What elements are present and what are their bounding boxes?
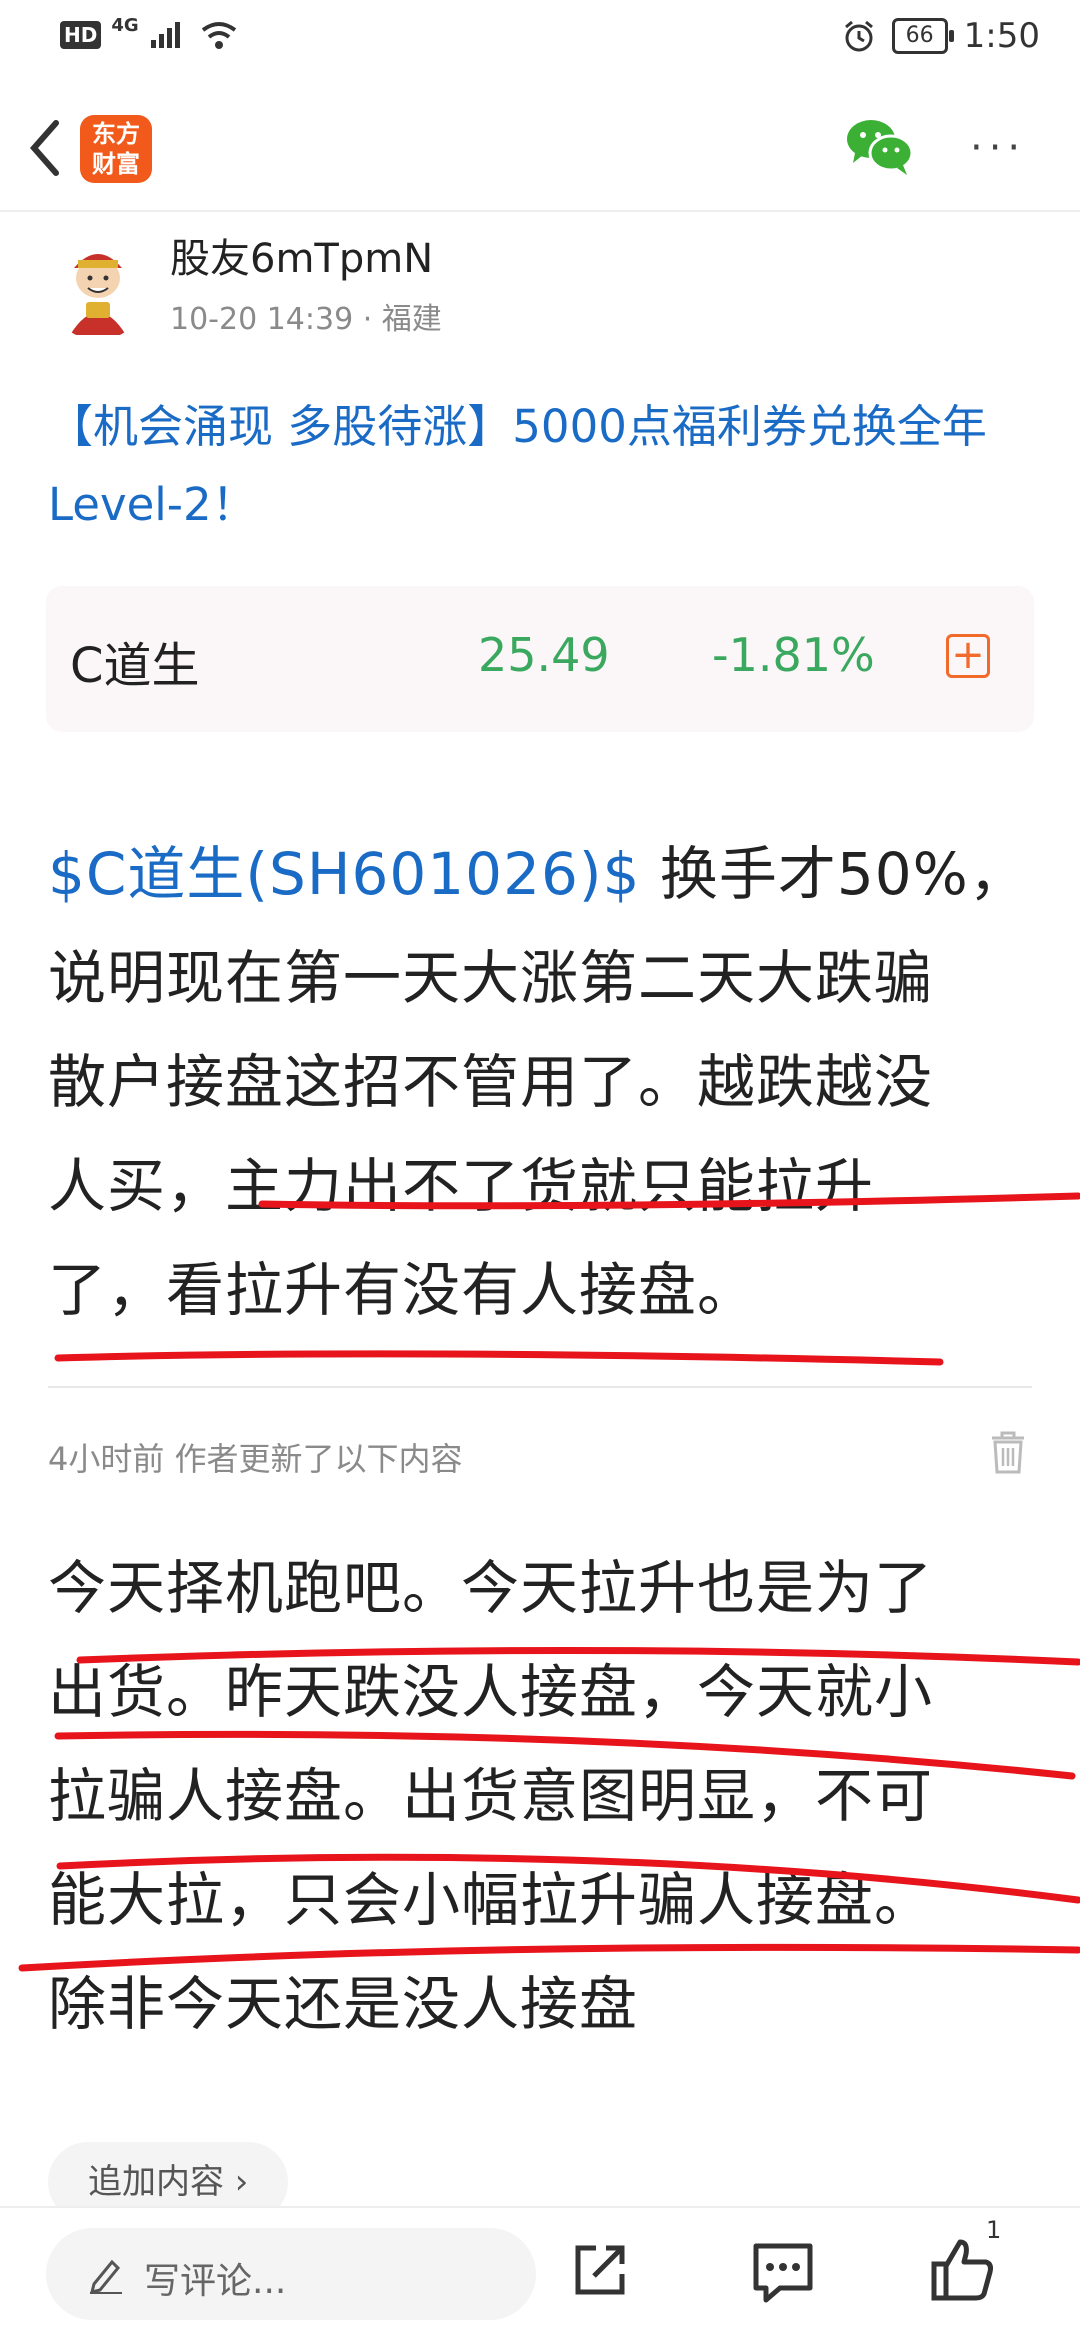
post-line-1: $C道生(SH601026)$ 换手才50%， xyxy=(48,822,1038,926)
update-meta: 4小时前 作者更新了以下内容 xyxy=(48,1440,463,1478)
app-logo: 东方 财富 xyxy=(80,115,152,183)
post-line-4: 人买，主力出不了货就只能拉升 xyxy=(48,1152,875,1220)
stock-name: C道生 xyxy=(70,638,200,694)
update-line-5: 除非今天还是没人接盘 xyxy=(48,1970,639,2038)
annotation-stroke-2 xyxy=(54,1350,944,1366)
post-line-1-text: 换手才50%， xyxy=(640,840,1028,908)
comment-icon[interactable] xyxy=(750,2240,816,2304)
avatar[interactable] xyxy=(48,240,148,340)
battery-indicator: 66 xyxy=(891,18,954,54)
post-body: $C道生(SH601026)$ 换手才50%， 说明现在第一天大涨第二天大跌骗 … xyxy=(48,822,1038,1342)
logo-line2: 财富 xyxy=(92,150,140,178)
alarm-icon xyxy=(844,20,873,52)
stock-change: -1.81% xyxy=(712,628,875,682)
author-name[interactable]: 股友6mTpmN xyxy=(170,226,433,284)
wechat-icon[interactable] xyxy=(845,115,915,177)
update-body: 今天择机跑吧。今天拉升也是为了 出货。昨天跌没人接盘，今天就小 拉骗人接盘。出货… xyxy=(48,1536,1038,2056)
top-nav: 东方 财富 ··· xyxy=(0,95,1080,205)
trash-icon[interactable] xyxy=(990,1430,1026,1474)
more-icon[interactable]: ··· xyxy=(970,125,1030,171)
nav-divider xyxy=(0,210,1080,212)
comment-placeholder: 写评论... xyxy=(144,2261,287,2302)
update-line-2: 出货。昨天跌没人接盘，今天就小 xyxy=(48,1658,934,1726)
status-right: 66 1:50 xyxy=(842,16,1040,56)
like-count: 1 xyxy=(986,2216,1002,2244)
post-meta: 10-20 14:39 · 福建 xyxy=(170,302,442,337)
post-line-2: 说明现在第一天大涨第二天大跌骗 xyxy=(48,944,934,1012)
stock-card[interactable]: C道生 25.49 -1.81% + xyxy=(46,586,1034,732)
stock-price: 25.49 xyxy=(478,628,610,682)
hd-badge: HD xyxy=(60,21,102,49)
clock: 1:50 xyxy=(963,16,1040,56)
post-line-3: 散户接盘这招不管用了。越跌越没 xyxy=(48,1048,934,1116)
logo-line1: 东方 xyxy=(92,120,140,148)
update-line-4: 能大拉，只会小幅拉升骗人接盘。 xyxy=(48,1866,934,1934)
update-line-1: 今天择机跑吧。今天拉升也是为了 xyxy=(48,1554,934,1622)
add-watchlist-button[interactable]: + xyxy=(946,634,990,678)
post-line-5: 了，看拉升有没有人接盘。 xyxy=(48,1256,757,1324)
promo-link[interactable]: 【机会涌现 多股待涨】5000点福利券兑换全年Level-2！ xyxy=(48,388,1038,544)
status-left: HD 4G xyxy=(60,15,239,50)
share-icon[interactable] xyxy=(570,2240,630,2300)
wifi-icon xyxy=(201,22,236,49)
back-icon[interactable] xyxy=(20,113,70,183)
update-line-3: 拉骗人接盘。出货意图明显，不可 xyxy=(48,1762,934,1830)
network-type: 4G xyxy=(111,14,139,36)
like-icon[interactable] xyxy=(930,2236,994,2302)
signal-icon xyxy=(150,22,180,48)
stock-tag-link[interactable]: $C道生(SH601026)$ xyxy=(48,840,640,908)
bottom-bar: 写评论... 1 xyxy=(0,2206,1080,2342)
pen-icon xyxy=(89,2259,122,2294)
content-divider xyxy=(48,1386,1032,1388)
status-bar: HD 4G 66 1:50 xyxy=(0,0,1080,80)
comment-input[interactable]: 写评论... xyxy=(46,2228,536,2320)
